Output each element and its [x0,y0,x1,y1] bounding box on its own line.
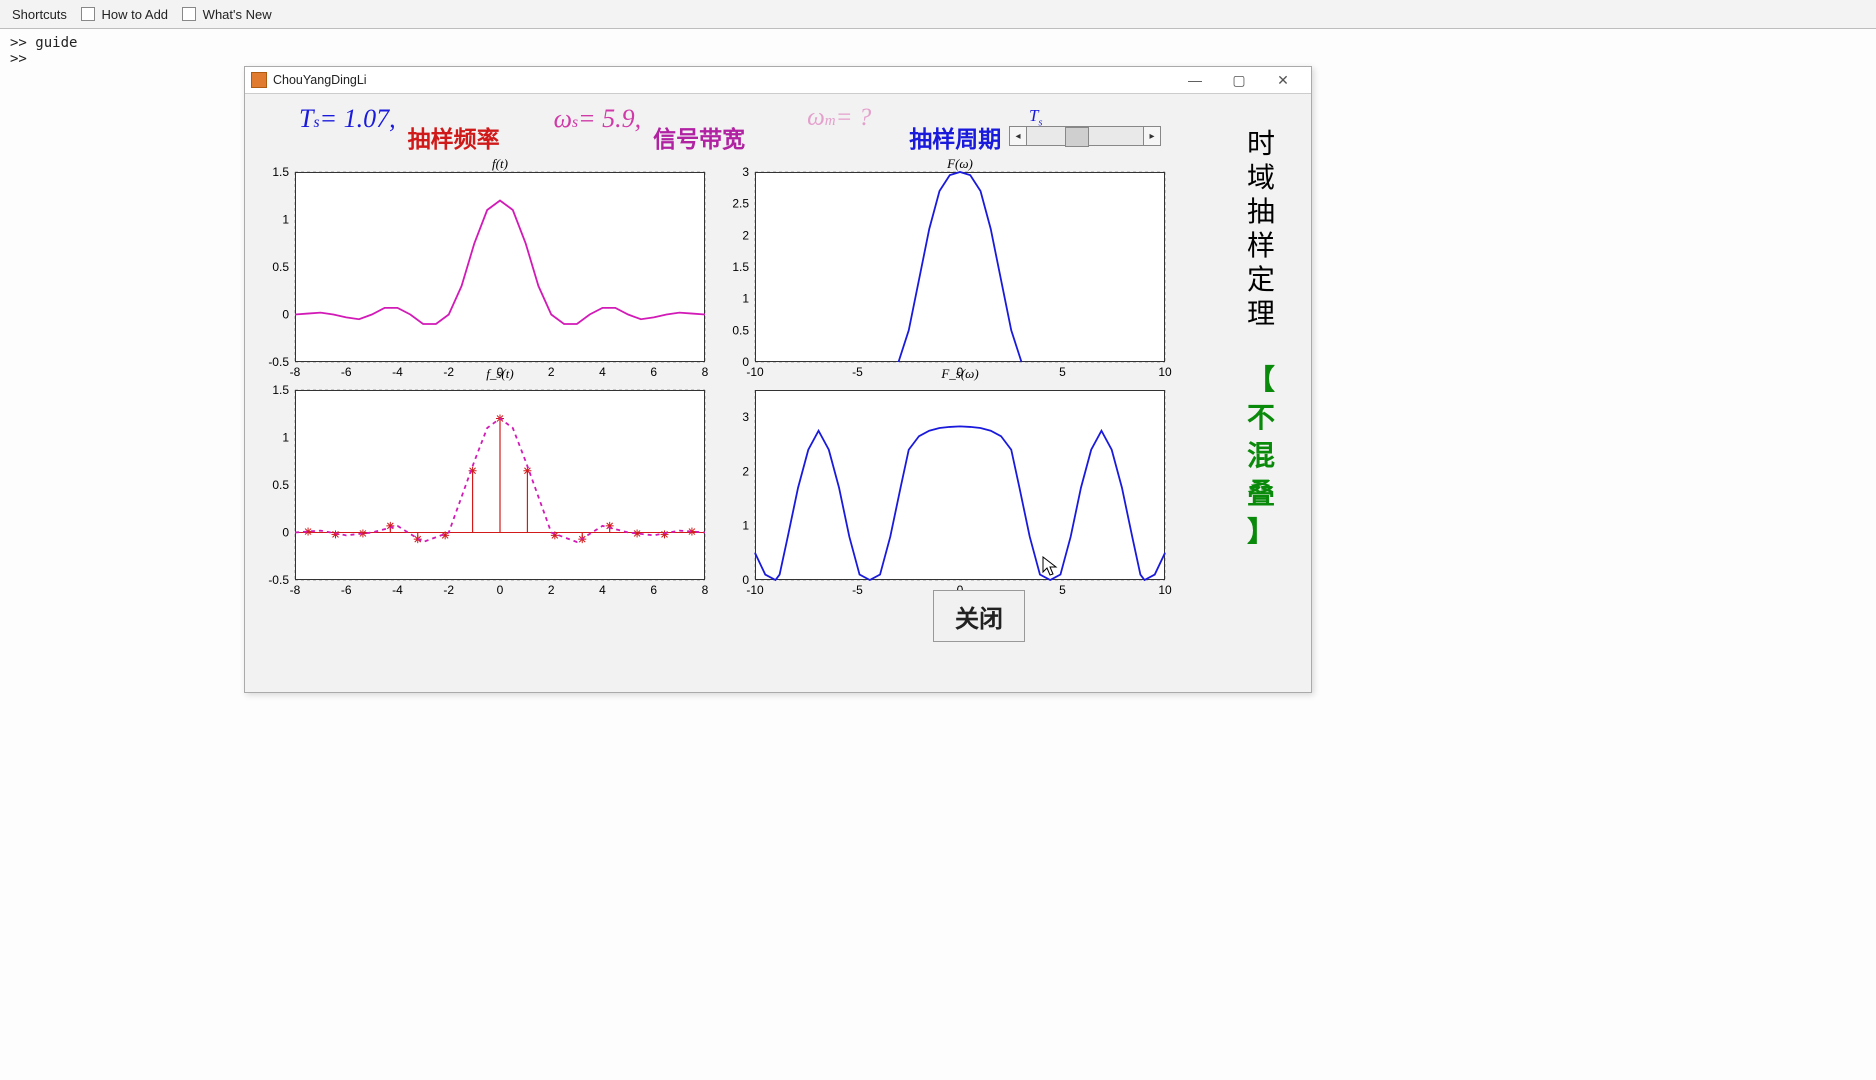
cn-status-char: 叠 [1241,476,1281,514]
doc-icon [182,7,196,21]
shortcut-item[interactable]: How to Add [75,6,174,23]
svg-text:0: 0 [282,526,289,540]
figure-titlebar: ChouYangDingLi — ▢ ✕ [245,67,1311,94]
svg-text:1.5: 1.5 [732,260,749,274]
svg-text:1: 1 [282,213,289,227]
svg-text:8: 8 [702,365,709,379]
svg-text:-0.5: -0.5 [268,355,289,369]
label-bandwidth: 信号带宽 [653,120,745,154]
svg-text:-4: -4 [392,365,403,379]
svg-text:0: 0 [497,583,504,597]
svg-text:1: 1 [282,431,289,445]
svg-text:-8: -8 [290,583,301,597]
svg-text:10: 10 [1158,365,1172,379]
svg-text:5: 5 [1059,365,1066,379]
cn-title-char: 时 [1241,128,1281,162]
svg-text:-8: -8 [290,365,301,379]
svg-text:0.5: 0.5 [272,260,289,274]
svg-text:8: 8 [702,583,709,597]
cn-title-char: 定 [1241,264,1281,298]
svg-text:1.5: 1.5 [272,383,289,397]
svg-text:1.5: 1.5 [272,165,289,179]
svg-text:0.5: 0.5 [272,478,289,492]
svg-text:2: 2 [548,583,555,597]
svg-text:4: 4 [599,365,606,379]
maximize-button[interactable]: ▢ [1217,67,1261,93]
console-line: >> guide [10,35,1866,51]
cn-status-char: 【 [1241,362,1281,400]
shortcut-item[interactable]: Shortcuts [6,6,73,23]
svg-text:4: 4 [599,583,606,597]
svg-text:6: 6 [650,583,657,597]
host-shortcuts-bar: Shortcuts How to Add What's New [0,0,1876,29]
close-window-button[interactable]: ✕ [1261,67,1305,93]
figure-title: ChouYangDingLi [273,73,367,87]
svg-text:1: 1 [742,292,749,306]
figure-window: ChouYangDingLi — ▢ ✕ Ts = 1.07, 抽样频率 ωs … [244,66,1312,693]
Ts-formula: Ts = 1.07, [299,104,396,134]
svg-text:f_s(t): f_s(t) [486,366,513,381]
label-sample-freq: 抽样频率 [408,120,500,154]
svg-text:-0.5: -0.5 [268,573,289,587]
cn-status-char: 混 [1241,438,1281,476]
wm-formula: ωm = ? [807,104,871,132]
svg-text:F_s(ω): F_s(ω) [940,366,978,381]
cn-status-char: 】 [1241,514,1281,552]
right-text-column: 时 域 抽 样 定 理 【 不 混 叠 】 [1241,128,1281,552]
cn-title-char: 抽 [1241,196,1281,230]
svg-text:6: 6 [650,365,657,379]
svg-text:F(ω): F(ω) [946,156,973,171]
cn-title-char: 域 [1241,162,1281,196]
svg-text:0: 0 [742,355,749,369]
svg-text:-4: -4 [392,583,403,597]
minimize-button[interactable]: — [1173,67,1217,93]
svg-text:3: 3 [742,410,749,424]
svg-text:-2: -2 [443,365,454,379]
svg-text:0: 0 [742,573,749,587]
ws-formula: ωs = 5.9, [554,104,641,134]
svg-text:f(t): f(t) [492,156,508,171]
cn-status-char: 不 [1241,400,1281,438]
svg-text:2.5: 2.5 [732,197,749,211]
doc-icon [81,7,95,21]
svg-text:-6: -6 [341,583,352,597]
svg-text:3: 3 [742,165,749,179]
svg-text:-5: -5 [852,365,863,379]
svg-text:5: 5 [1059,583,1066,597]
svg-text:2: 2 [742,464,749,478]
figure-content: Ts = 1.07, 抽样频率 ωs = 5.9, 信号带宽 ωm = ? 抽样… [245,94,1311,693]
axes-F-w: -10-5051000.511.522.53F_s(ω)F(ω) [755,172,1165,362]
svg-text:-6: -6 [341,365,352,379]
svg-text:1: 1 [742,519,749,533]
svg-text:0.5: 0.5 [732,323,749,337]
axes-Fs-w: -10-505100123 [755,390,1165,580]
close-button[interactable]: 关闭 [933,590,1025,642]
svg-text:2: 2 [548,365,555,379]
svg-text:-5: -5 [852,583,863,597]
label-sample-period: 抽样周期 [909,120,1001,154]
shortcut-item[interactable]: What's New [176,6,278,23]
cn-title-char: 样 [1241,230,1281,264]
cn-title-char: 理 [1241,298,1281,332]
svg-text:-2: -2 [443,583,454,597]
slider-right-button[interactable]: ▸ [1143,127,1160,145]
slider-left-button[interactable]: ◂ [1010,127,1027,145]
slider-thumb[interactable] [1065,127,1089,147]
svg-text:0: 0 [282,308,289,322]
console-line: >> [10,51,1866,67]
svg-text:2: 2 [742,228,749,242]
axes-fs-t: -8-6-4-202468-0.500.511.5 [295,390,705,580]
matlab-icon [251,72,267,88]
Ts-slider[interactable]: ◂ ▸ [1009,126,1161,146]
svg-text:10: 10 [1158,583,1172,597]
axes-f-t: -8-6-4-202468-0.500.511.5f_s(t)f(t) [295,172,705,362]
